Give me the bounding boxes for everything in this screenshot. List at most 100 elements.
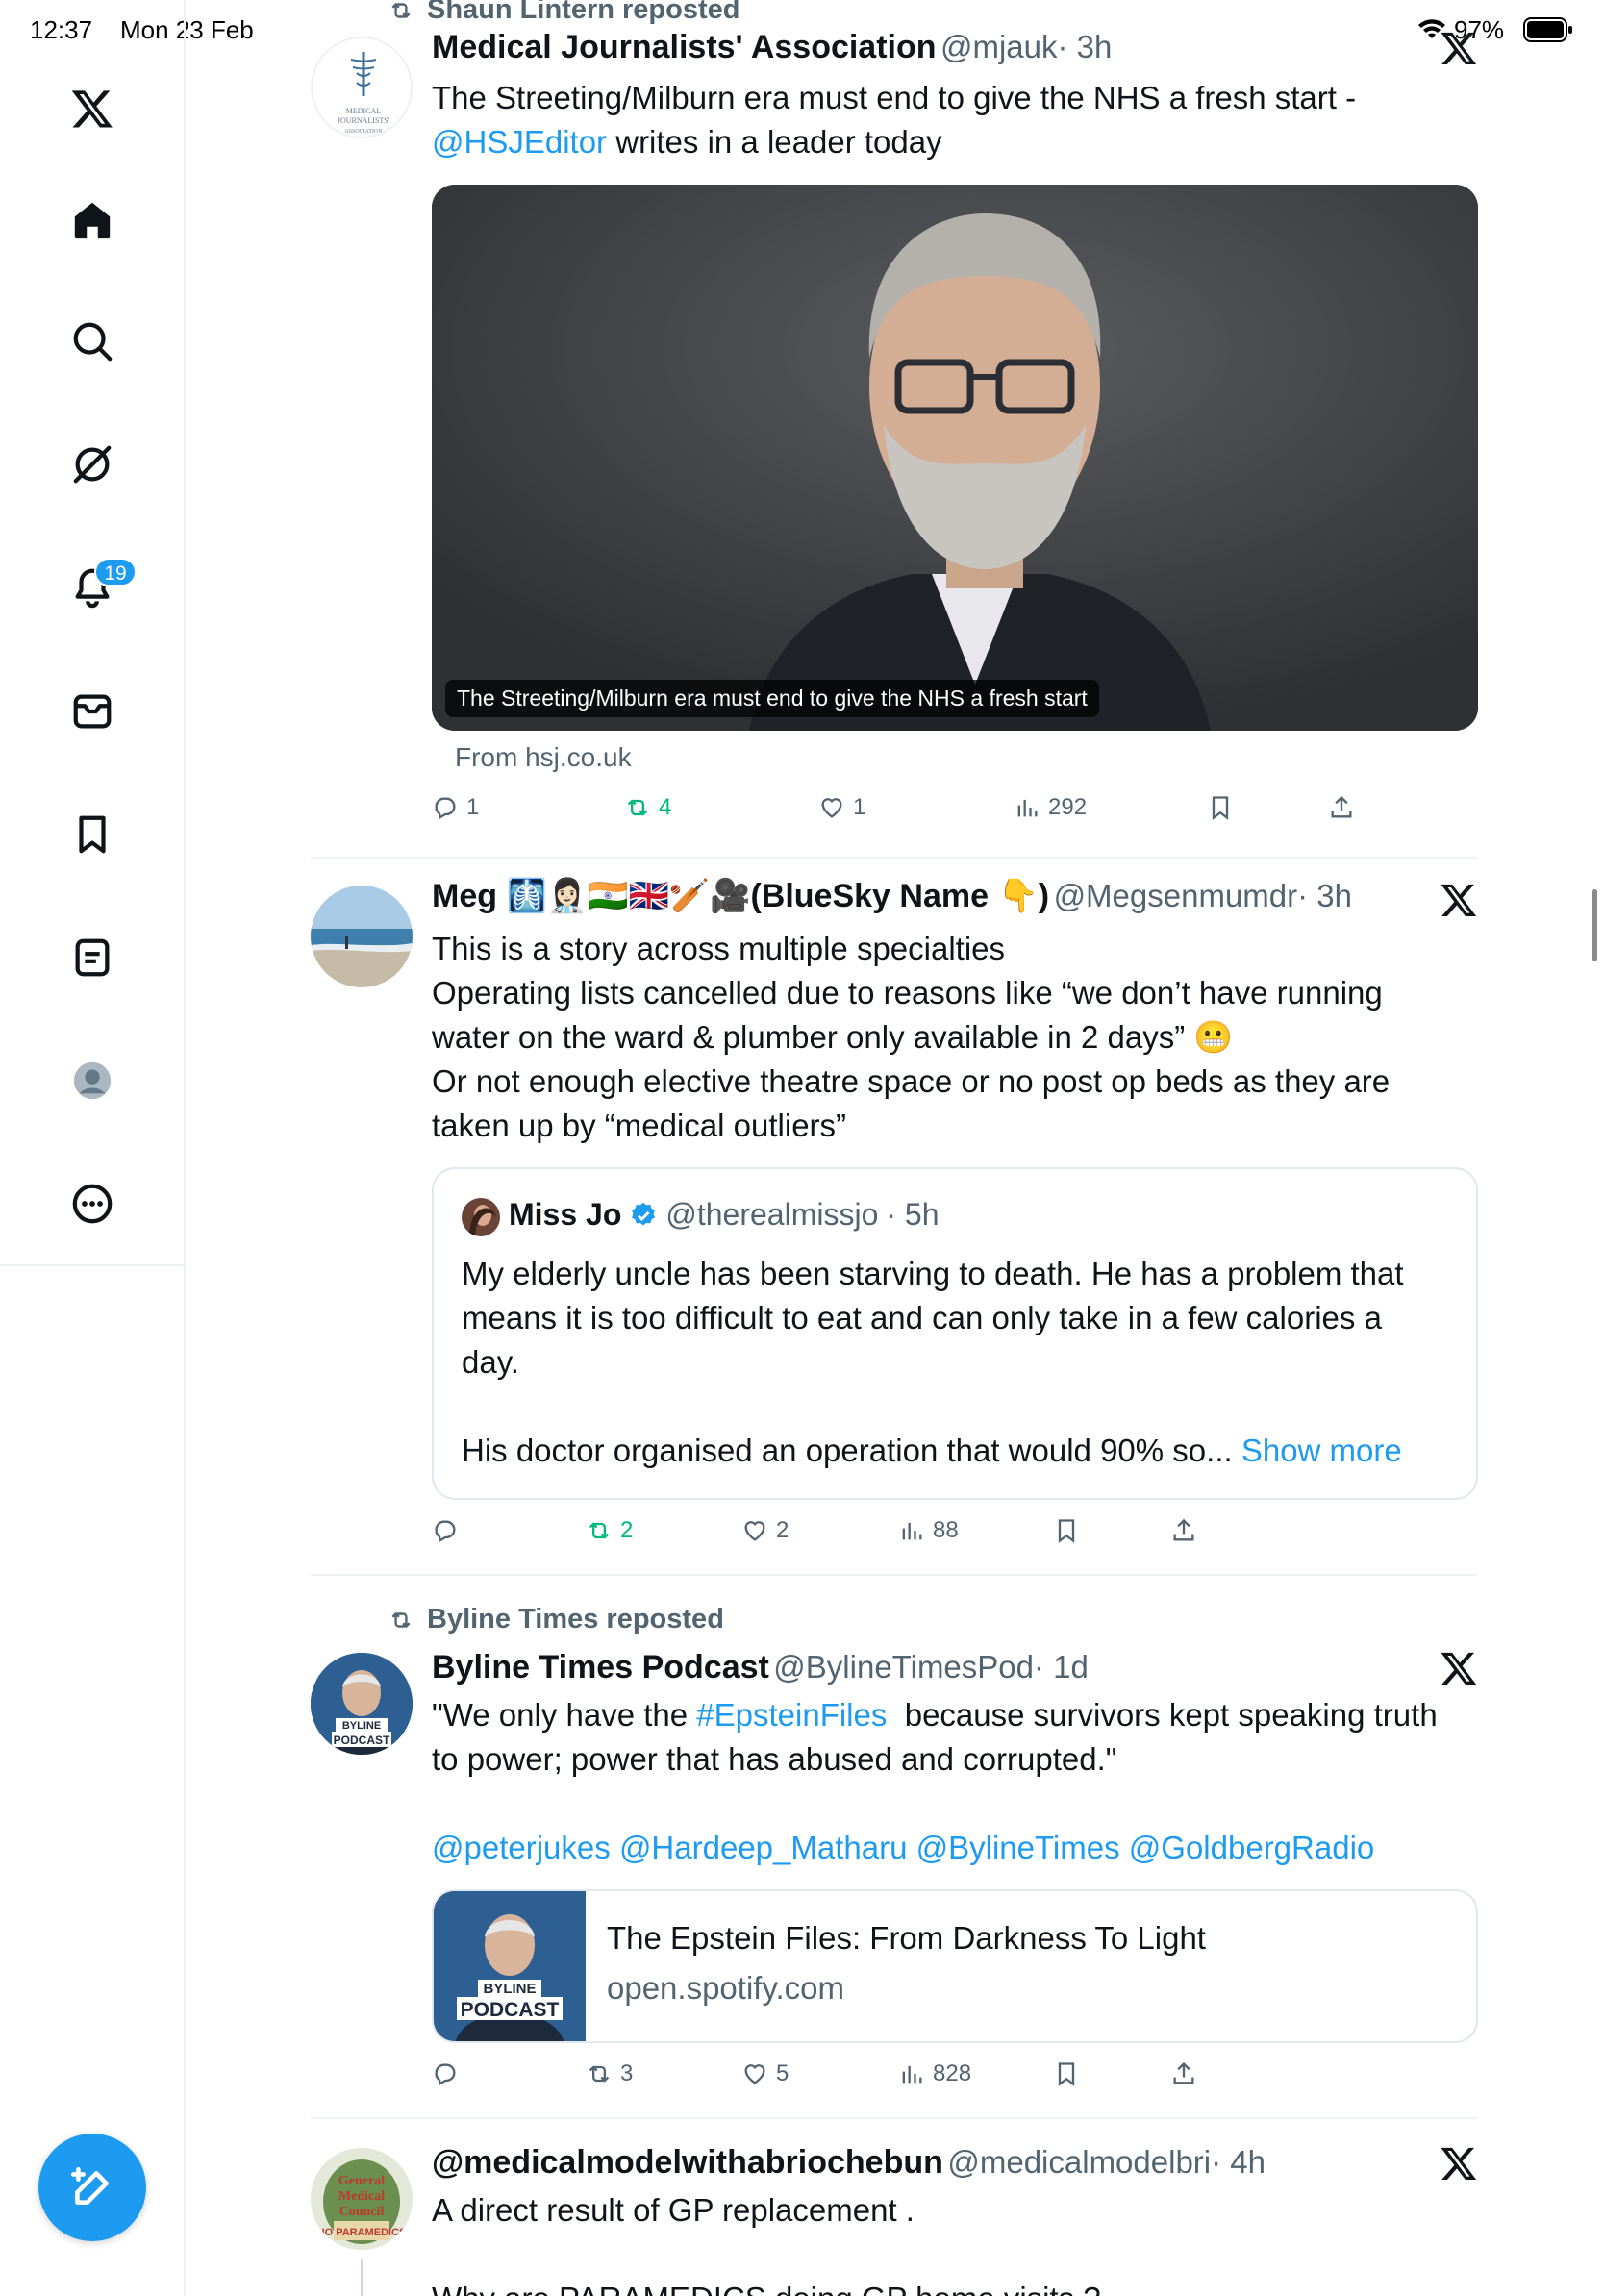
repost-icon xyxy=(589,1522,610,1539)
tweet-header: Byline Times Podcast @BylineTimesPod· 1d xyxy=(432,1649,1089,1686)
bookmark-button[interactable] xyxy=(1053,2060,1080,2087)
like-button[interactable]: 5 xyxy=(741,2060,789,2087)
reply-icon xyxy=(435,1520,456,1543)
status-date: Mon 23 Feb xyxy=(120,15,254,44)
avatar[interactable]: BYLINE PODCAST xyxy=(311,1653,413,1755)
views-icon xyxy=(1017,799,1038,817)
podcast-thumbnail: BYLINE PODCAST xyxy=(434,1891,586,2041)
link-source[interactable]: From hsj.co.uk xyxy=(455,742,632,773)
reply-button[interactable] xyxy=(432,1517,466,1544)
quote-avatar xyxy=(462,1198,500,1236)
link-card-title: The Epstein Files: From Darkness To Ligh… xyxy=(607,1920,1206,1956)
author-name[interactable]: @medicalmodelwithabriochebun xyxy=(432,2144,943,2181)
repost-button[interactable]: 3 xyxy=(586,2060,633,2087)
heart-icon xyxy=(744,1521,765,1541)
heart-icon xyxy=(744,2064,765,2084)
list-icon[interactable] xyxy=(59,924,126,991)
bookmark-icon xyxy=(1058,2062,1075,2086)
author-handle[interactable]: @Megsenmumdr xyxy=(1054,878,1298,913)
mention-link[interactable]: @HSJEditor xyxy=(432,124,607,160)
author-handle[interactable]: @BylineTimesPod xyxy=(773,1649,1034,1685)
quote-text: My elderly uncle has been starving to de… xyxy=(462,1256,1404,1468)
mention-link[interactable]: @peterjukes xyxy=(432,1830,611,1865)
link-preview-image[interactable]: The Streeting/Milburn era must end to gi… xyxy=(432,185,1478,731)
repost-icon xyxy=(391,1611,411,1628)
mention-link[interactable]: @GoldbergRadio xyxy=(1129,1830,1374,1865)
medical-journalists-logo-icon: MEDICAL JOURNALISTS' ASSOCIATION xyxy=(338,52,390,135)
mention-link[interactable]: @Hardeep_Matharu xyxy=(619,1830,908,1865)
svg-text:NO PARAMEDICS: NO PARAMEDICS xyxy=(317,2227,407,2238)
repost-indicator: Byline Times reposted xyxy=(385,1604,724,1635)
author-handle[interactable]: @mjauk xyxy=(940,29,1058,64)
bookmark-icon[interactable] xyxy=(59,801,126,868)
share-icon xyxy=(1331,795,1352,818)
quote-author-name: Miss Jo xyxy=(509,1197,622,1232)
portrait-photo xyxy=(432,185,1478,731)
home-icon[interactable] xyxy=(59,187,126,254)
avatar[interactable]: General Medical Council NO PARAMEDICS xyxy=(311,2148,413,2250)
svg-text:BYLINE: BYLINE xyxy=(483,1981,536,1997)
link-preview-card[interactable]: BYLINE PODCAST The Epstein Files: From D… xyxy=(432,1889,1478,2043)
scrollbar[interactable] xyxy=(1592,889,1597,961)
repost-button[interactable]: 2 xyxy=(586,1517,633,1544)
share-button[interactable] xyxy=(1170,2060,1197,2087)
views-button[interactable]: 292 xyxy=(1014,794,1087,821)
svg-text:PODCAST: PODCAST xyxy=(461,1999,560,2021)
tweet-time: · 4h xyxy=(1211,2144,1266,2180)
like-button[interactable]: 1 xyxy=(818,794,865,821)
profile-icon[interactable] xyxy=(59,1047,126,1114)
repost-button[interactable]: 4 xyxy=(624,794,671,821)
avatar[interactable] xyxy=(311,886,413,987)
tweet-text: The Streeting/Milburn era must end to gi… xyxy=(432,80,1357,160)
x-logo-icon[interactable] xyxy=(59,75,126,142)
like-button[interactable]: 2 xyxy=(741,1517,789,1544)
svg-text:JOURNALISTS': JOURNALISTS' xyxy=(338,116,390,125)
tweet-time: · 3h xyxy=(1057,29,1113,64)
thread-line xyxy=(361,2259,363,2296)
x-logo-icon xyxy=(1440,1649,1478,1687)
author-name[interactable]: Meg 🩻👩🏻‍⚕️🇮🇳🇬🇧🏏🎥(BlueSky Name 👇) xyxy=(432,878,1049,914)
views-icon xyxy=(902,2065,922,2084)
share-button[interactable] xyxy=(1170,1517,1197,1544)
quote-author-handle: @therealmissjo xyxy=(665,1197,879,1232)
grok-icon[interactable] xyxy=(59,431,126,498)
views-button[interactable]: 88 xyxy=(898,1517,959,1544)
repost-icon xyxy=(627,799,648,816)
svg-text:MEDICAL: MEDICAL xyxy=(346,107,382,115)
reply-button[interactable]: 1 xyxy=(432,794,479,821)
compose-icon xyxy=(70,2166,109,2205)
tweet-divider xyxy=(311,857,1478,859)
reply-icon xyxy=(435,2063,456,2086)
bookmark-button[interactable] xyxy=(1053,1517,1080,1544)
repost-icon xyxy=(391,2,411,18)
reply-button[interactable] xyxy=(432,2060,466,2087)
more-icon[interactable] xyxy=(59,1170,126,1237)
mail-icon[interactable] xyxy=(59,678,126,745)
media-caption: The Streeting/Milburn era must end to gi… xyxy=(445,680,1099,717)
sidebar-border xyxy=(184,0,186,2296)
views-button[interactable]: 828 xyxy=(898,2060,971,2087)
sidebar-bottom-divider xyxy=(0,1264,185,1266)
hashtag-link[interactable]: #EpsteinFiles xyxy=(696,1697,887,1733)
beach-photo xyxy=(311,886,413,987)
tweet-divider xyxy=(311,1574,1478,1576)
svg-text:ASSOCIATION: ASSOCIATION xyxy=(344,129,383,135)
bookmark-button[interactable] xyxy=(1207,794,1234,821)
tweet-actions: 3 5 828 xyxy=(432,2060,1480,2099)
share-icon xyxy=(1173,2061,1194,2084)
show-more-link[interactable]: Show more xyxy=(1241,1433,1402,1468)
mention-link[interactable]: @BylineTimes xyxy=(916,1830,1120,1865)
share-button[interactable] xyxy=(1328,794,1355,821)
tweet-text: This is a story across multiple specialt… xyxy=(432,931,1391,1143)
author-name[interactable]: Medical Journalists' Association xyxy=(432,29,937,65)
tweet-text: "We only have the #EpsteinFiles because … xyxy=(432,1697,1438,1865)
search-icon[interactable] xyxy=(59,308,126,375)
status-time: 12:37 xyxy=(30,15,93,44)
author-handle[interactable]: @medicalmodelbri xyxy=(947,2144,1211,2180)
verified-badge-icon xyxy=(632,1202,656,1225)
quoted-tweet[interactable]: Miss Jo @therealmissjo · 5h My elderly un… xyxy=(432,1167,1478,1500)
avatar[interactable]: MEDICAL JOURNALISTS' ASSOCIATION xyxy=(311,37,413,138)
compose-button[interactable] xyxy=(38,2134,146,2241)
author-name[interactable]: Byline Times Podcast xyxy=(432,1649,769,1685)
svg-text:Council: Council xyxy=(339,2205,385,2219)
